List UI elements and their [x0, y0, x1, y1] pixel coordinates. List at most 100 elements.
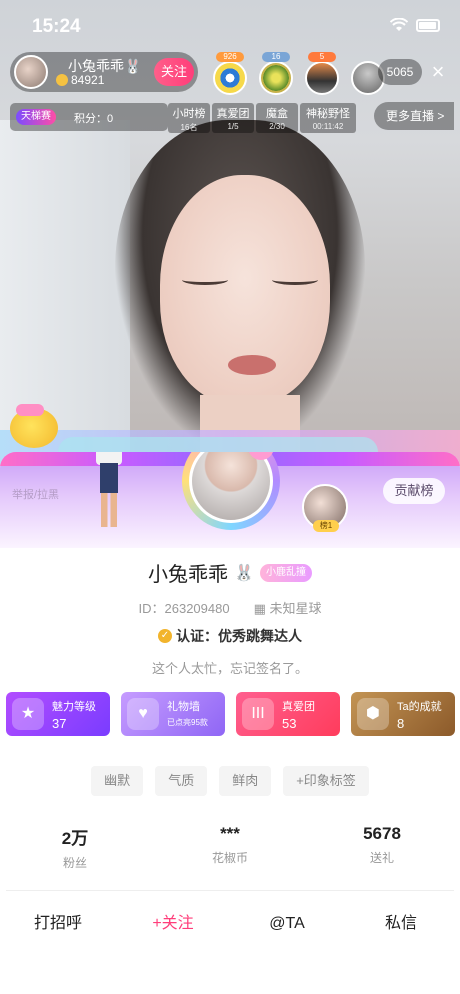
- stat-sub: 1/5: [227, 122, 239, 131]
- achievement-card[interactable]: ⬢ Ta的成就 8: [351, 692, 455, 736]
- charm-level-card[interactable]: ★ 魅力等级 37: [6, 692, 110, 736]
- follow-host-button[interactable]: 关注: [154, 58, 194, 86]
- host-coins: 84921: [71, 73, 105, 87]
- location-icon: ▦: [253, 601, 270, 616]
- video-eye-left: [182, 275, 228, 285]
- certification-label: 认证：优秀跳舞达人: [176, 628, 302, 644]
- stat-title: 神秘野怪: [306, 108, 350, 120]
- contribution-rank-button[interactable]: 贡献榜: [383, 478, 445, 504]
- profile-id-row: ID：263209480 ▦ 未知星球: [0, 598, 460, 617]
- top-contributor-tag: 榜1: [313, 520, 339, 532]
- wifi-icon: [390, 18, 408, 31]
- more-live-button[interactable]: 更多直播 >: [374, 102, 454, 130]
- live-stats-bar: 小时榜 16名 真爱团 1/5 魔盒 2/30 神秘野怪 00:11:42: [168, 103, 356, 133]
- battery-icon: [416, 18, 440, 32]
- host-avatar[interactable]: [14, 55, 48, 89]
- fan-club-icon: III: [242, 698, 274, 730]
- profile-name: 小兔乖乖: [148, 564, 229, 586]
- stat-sub: 16名: [180, 123, 198, 132]
- report-block-link[interactable]: 举报/拉黑: [12, 486, 59, 502]
- badge-label: Ta的成就: [397, 701, 442, 713]
- viewer-avatar[interactable]: 16: [256, 52, 296, 95]
- fan-club-card[interactable]: III 真爱团 53: [236, 692, 340, 736]
- viewer-avatar-image: [259, 61, 293, 95]
- heart-icon: ♥: [127, 698, 159, 730]
- badge-label: 魅力等级: [52, 701, 96, 713]
- hourly-rank-box[interactable]: 小时榜 16名: [168, 103, 210, 133]
- video-mouth: [228, 355, 276, 375]
- add-impression-button[interactable]: +印象标签: [283, 766, 369, 796]
- viewer-badge: 16: [262, 52, 290, 62]
- viewer-count[interactable]: 5065: [378, 59, 422, 85]
- impression-tags: 幽默 气质 鲜肉 +印象标签: [0, 766, 460, 796]
- badge-value: 53: [282, 716, 297, 731]
- top-viewers: 926 16 5: [210, 52, 388, 95]
- rank-score: 积分：0: [74, 113, 114, 125]
- rabbit-icon: 🐰: [234, 564, 254, 582]
- viewer-avatar[interactable]: 5: [302, 52, 342, 95]
- fan-club-box[interactable]: 真爱团 1/5: [212, 103, 254, 133]
- stat-sub: 00:11:42: [312, 122, 344, 131]
- viewer-badge: 5: [308, 52, 336, 62]
- viewer-avatar-image: [213, 61, 247, 95]
- message-button[interactable]: 私信: [351, 904, 451, 944]
- badge-label: 真爱团: [282, 701, 315, 713]
- divider: [6, 890, 454, 891]
- stat-label: 送礼: [369, 851, 394, 865]
- medal-icon: ⬢: [357, 698, 389, 730]
- impression-tag[interactable]: 鲜肉: [219, 766, 272, 796]
- stat-value: ***: [220, 824, 240, 843]
- stat-title: 魔盒: [266, 108, 288, 120]
- magic-box[interactable]: 魔盒 2/30: [256, 103, 298, 133]
- badge-label: 礼物墙: [167, 701, 200, 713]
- badge-value: 8: [397, 716, 405, 731]
- stat-label: 粉丝: [62, 856, 87, 870]
- profile-bio: 这个人太忙，忘记签名了。: [151, 661, 308, 676]
- gifts-stat[interactable]: 5678 送礼: [322, 824, 442, 866]
- stat-value: 2万: [61, 829, 89, 848]
- close-icon[interactable]: ×: [426, 58, 450, 86]
- mention-button[interactable]: @TA: [237, 904, 337, 944]
- viewer-badge: 926: [216, 52, 244, 62]
- profile-location-group: ▦ 未知星球: [254, 598, 322, 617]
- figure-shins: [101, 493, 117, 527]
- gift-wall-card[interactable]: ♥ 礼物墙 已点亮95款: [121, 692, 225, 736]
- figure-legs: [100, 463, 118, 493]
- stat-value: 5678: [363, 824, 401, 843]
- profile-name-row: 小兔乖乖 🐰 小鹿乱撞: [0, 558, 460, 587]
- certification-row: ✓ 认证：优秀跳舞达人: [0, 626, 460, 646]
- profile-avatar-image: [189, 452, 273, 523]
- coins-stat[interactable]: *** 花椒币: [170, 824, 290, 866]
- badge-row: ★ 魅力等级 37 ♥ 礼物墙 已点亮95款 III 真爱团 53 ⬢ Ta的成…: [6, 692, 455, 736]
- follow-button[interactable]: +关注: [123, 904, 223, 944]
- stat-label: 花椒币: [211, 851, 248, 865]
- greet-button[interactable]: 打招呼: [8, 904, 108, 944]
- mystery-monster-box[interactable]: 神秘野怪 00:11:42: [300, 103, 356, 133]
- avatar-figure: [94, 452, 124, 535]
- stat-title: 真爱团: [216, 108, 250, 120]
- status-bar: 15:24: [0, 0, 460, 50]
- badge-value: 37: [52, 716, 67, 731]
- impression-tag[interactable]: 气质: [155, 766, 208, 796]
- rank-tag: 天梯赛: [16, 109, 56, 125]
- impression-tag[interactable]: 幽默: [91, 766, 144, 796]
- video-eye-right: [272, 275, 318, 285]
- decor-bow-icon: [16, 404, 44, 416]
- coin-icon: [56, 74, 68, 86]
- rank-info[interactable]: 天梯赛 积分：0: [10, 103, 168, 131]
- status-time: 15:24: [32, 16, 81, 37]
- stat-sub: 2/30: [269, 122, 285, 131]
- profile-tag: 小鹿乱撞: [259, 563, 312, 582]
- fans-stat[interactable]: 2万 粉丝: [15, 824, 135, 871]
- stat-title: 小时榜: [172, 108, 206, 120]
- badge-sub: 已点亮95款: [167, 718, 208, 727]
- status-icons: [390, 18, 440, 32]
- action-bar: 打招呼 +关注 @TA 私信: [0, 904, 460, 944]
- certified-icon: ✓: [158, 629, 172, 643]
- viewer-avatar[interactable]: 926: [210, 52, 250, 95]
- profile-id: ID：263209480: [138, 601, 230, 616]
- profile-location: 未知星球: [269, 601, 322, 616]
- profile-card: 举报/拉黑 榜1 贡献榜 小兔乖乖 🐰 小鹿乱撞 ID：263209480 ▦ …: [0, 452, 460, 994]
- viewer-avatar-image: [305, 61, 339, 95]
- star-icon: ★: [12, 698, 44, 730]
